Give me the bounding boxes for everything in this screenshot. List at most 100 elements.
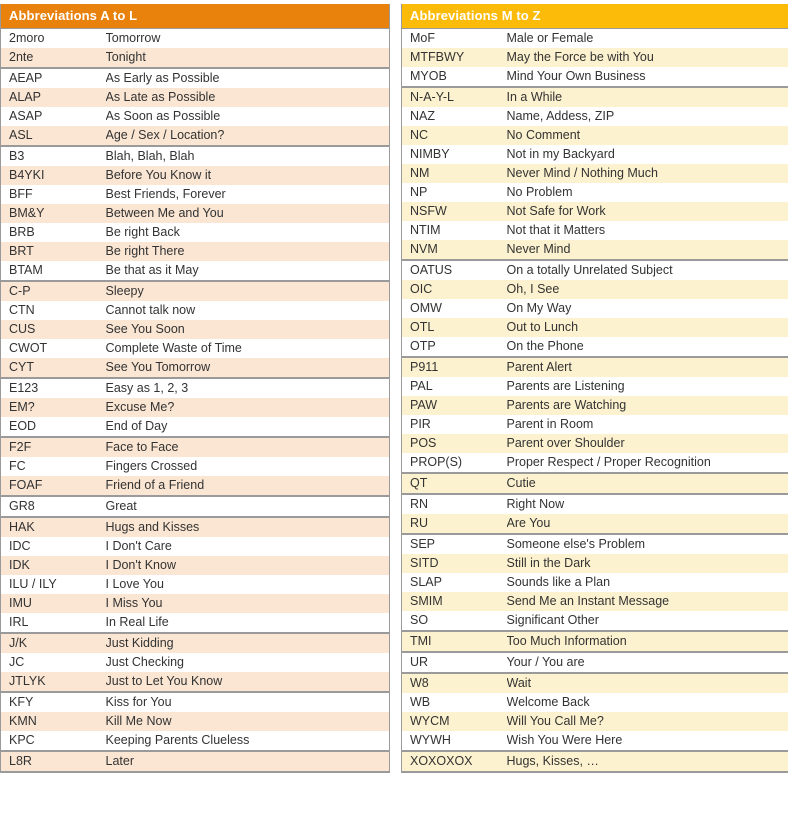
table-row: WYWH Wish You Were Here <box>401 731 788 751</box>
table-row: 2moro Tomorrow <box>0 28 390 48</box>
abbreviation-cell: UR <box>401 651 507 673</box>
table-row: JTLYK Just to Let You Know <box>0 672 390 692</box>
meaning-cell: Kiss for You <box>105 691 390 712</box>
meaning-cell: I Miss You <box>105 594 390 613</box>
table-row: NAZ Name, Addess, ZIP <box>401 107 788 126</box>
meaning-cell: Never Mind / Nothing Much <box>506 164 788 183</box>
abbreviation-cell: NC <box>401 126 507 145</box>
abbreviation-cell: ILU / ILY <box>0 575 106 594</box>
abbreviation-cell: C-P <box>0 280 106 301</box>
abbreviation-cell: KPC <box>0 731 106 751</box>
meaning-cell: Parent Alert <box>506 356 788 377</box>
table-body: MoF Male or Female MTFBWY May the Force be … <box>401 28 788 772</box>
meaning-cell: As Soon as Possible <box>105 107 390 126</box>
table-header: Abbreviations A to L <box>0 4 390 29</box>
table-row: TMI Too Much Information <box>401 630 788 652</box>
meaning-cell: Not in my Backyard <box>506 145 788 164</box>
abbreviation-cell: WB <box>401 693 507 712</box>
abbreviation-cell: HAK <box>0 516 106 537</box>
abbreviations-m-to-z-table: Abbreviations M to Z MoF Male or Female MT… <box>401 4 788 773</box>
table-row: EM? Excuse Me? <box>0 398 390 417</box>
table-row: B3 Blah, Blah, Blah <box>0 145 390 166</box>
table-row: IRL In Real Life <box>0 613 390 633</box>
abbreviation-cell: F2F <box>0 436 106 457</box>
table-row: BTAM Be that as it May <box>0 261 390 281</box>
abbreviation-cell: NM <box>401 164 507 183</box>
meaning-cell: Be right Back <box>105 223 390 242</box>
table-row: OTP On the Phone <box>401 337 788 357</box>
abbreviation-cell: WYWH <box>401 731 507 751</box>
abbreviation-cell: SITD <box>401 554 507 573</box>
table-row: PAL Parents are Listening <box>401 377 788 396</box>
abbreviation-cell: SO <box>401 611 507 631</box>
table-row: NTIM Not that it Matters <box>401 221 788 240</box>
meaning-cell: Oh, I See <box>506 280 788 299</box>
table-row: BFF Best Friends, Forever <box>0 185 390 204</box>
table-row: CTN Cannot talk now <box>0 301 390 320</box>
table-title: Abbreviations M to Z <box>401 4 788 29</box>
table-row: J/K Just Kidding <box>0 632 390 653</box>
abbreviation-cell: CUS <box>0 320 106 339</box>
abbreviation-cell: ASAP <box>0 107 106 126</box>
abbreviation-cell: NIMBY <box>401 145 507 164</box>
table-row: WYCM Will You Call Me? <box>401 712 788 731</box>
meaning-cell: Not that it Matters <box>506 221 788 240</box>
meaning-cell: Parent over Shoulder <box>506 434 788 453</box>
table-row: QT Cutie <box>401 472 788 494</box>
abbreviation-cell: QT <box>401 472 507 494</box>
table-row: SLAP Sounds like a Plan <box>401 573 788 592</box>
meaning-cell: On My Way <box>506 299 788 318</box>
meaning-cell: See You Tomorrow <box>105 358 390 378</box>
abbreviation-cell: J/K <box>0 632 106 653</box>
meaning-cell: Excuse Me? <box>105 398 390 417</box>
meaning-cell: Great <box>105 495 390 517</box>
table-row: F2F Face to Face <box>0 436 390 457</box>
meaning-cell: Best Friends, Forever <box>105 185 390 204</box>
table-row: CWOT Complete Waste of Time <box>0 339 390 358</box>
table-row: OATUS On a totally Unrelated Subject <box>401 259 788 280</box>
meaning-cell: Hugs, Kisses, … <box>506 750 788 772</box>
meaning-cell: Too Much Information <box>506 630 788 652</box>
meaning-cell: Tonight <box>105 48 390 68</box>
table-row: GR8 Great <box>0 495 390 517</box>
table-header-row: Abbreviations A to L <box>0 4 390 29</box>
table-row: PIR Parent in Room <box>401 415 788 434</box>
meaning-cell: No Comment <box>506 126 788 145</box>
table-row: BM&Y Between Me and You <box>0 204 390 223</box>
table-title: Abbreviations A to L <box>0 4 390 29</box>
abbreviation-cell: OIC <box>401 280 507 299</box>
abbreviation-cell: 2moro <box>0 28 106 48</box>
abbreviation-cell: RN <box>401 493 507 514</box>
abbreviation-cell: W8 <box>401 672 507 693</box>
meaning-cell: Never Mind <box>506 240 788 260</box>
table-row: CUS See You Soon <box>0 320 390 339</box>
meaning-cell: Parents are Watching <box>506 396 788 415</box>
table-row: KFY Kiss for You <box>0 691 390 712</box>
meaning-cell: In a While <box>506 86 788 107</box>
abbreviation-cell: MYOB <box>401 67 507 87</box>
meaning-cell: In Real Life <box>105 613 390 633</box>
table-row: P911 Parent Alert <box>401 356 788 377</box>
meaning-cell: Kill Me Now <box>105 712 390 731</box>
table-row: RU Are You <box>401 514 788 534</box>
abbreviation-cell: N-A-Y-L <box>401 86 507 107</box>
table-row: L8R Later <box>0 750 390 772</box>
abbreviation-cell: POS <box>401 434 507 453</box>
meaning-cell: Parent in Room <box>506 415 788 434</box>
abbreviation-cell: NVM <box>401 240 507 260</box>
abbreviation-cell: PAL <box>401 377 507 396</box>
meaning-cell: End of Day <box>105 417 390 437</box>
meaning-cell: I Don't Care <box>105 537 390 556</box>
abbreviation-cell: KFY <box>0 691 106 712</box>
meaning-cell: Proper Respect / Proper Recognition <box>506 453 788 473</box>
meaning-cell: I Don't Know <box>105 556 390 575</box>
meaning-cell: As Late as Possible <box>105 88 390 107</box>
meaning-cell: Still in the Dark <box>506 554 788 573</box>
table-row: MYOB Mind Your Own Business <box>401 67 788 87</box>
table-body: 2moro Tomorrow 2nte Tonight AEAP As Early as … <box>0 28 390 772</box>
table-row: SEP Someone else's Problem <box>401 533 788 554</box>
table-row: AEAP As Early as Possible <box>0 67 390 88</box>
table-row: NP No Problem <box>401 183 788 202</box>
abbreviation-cell: PIR <box>401 415 507 434</box>
meaning-cell: Name, Addess, ZIP <box>506 107 788 126</box>
